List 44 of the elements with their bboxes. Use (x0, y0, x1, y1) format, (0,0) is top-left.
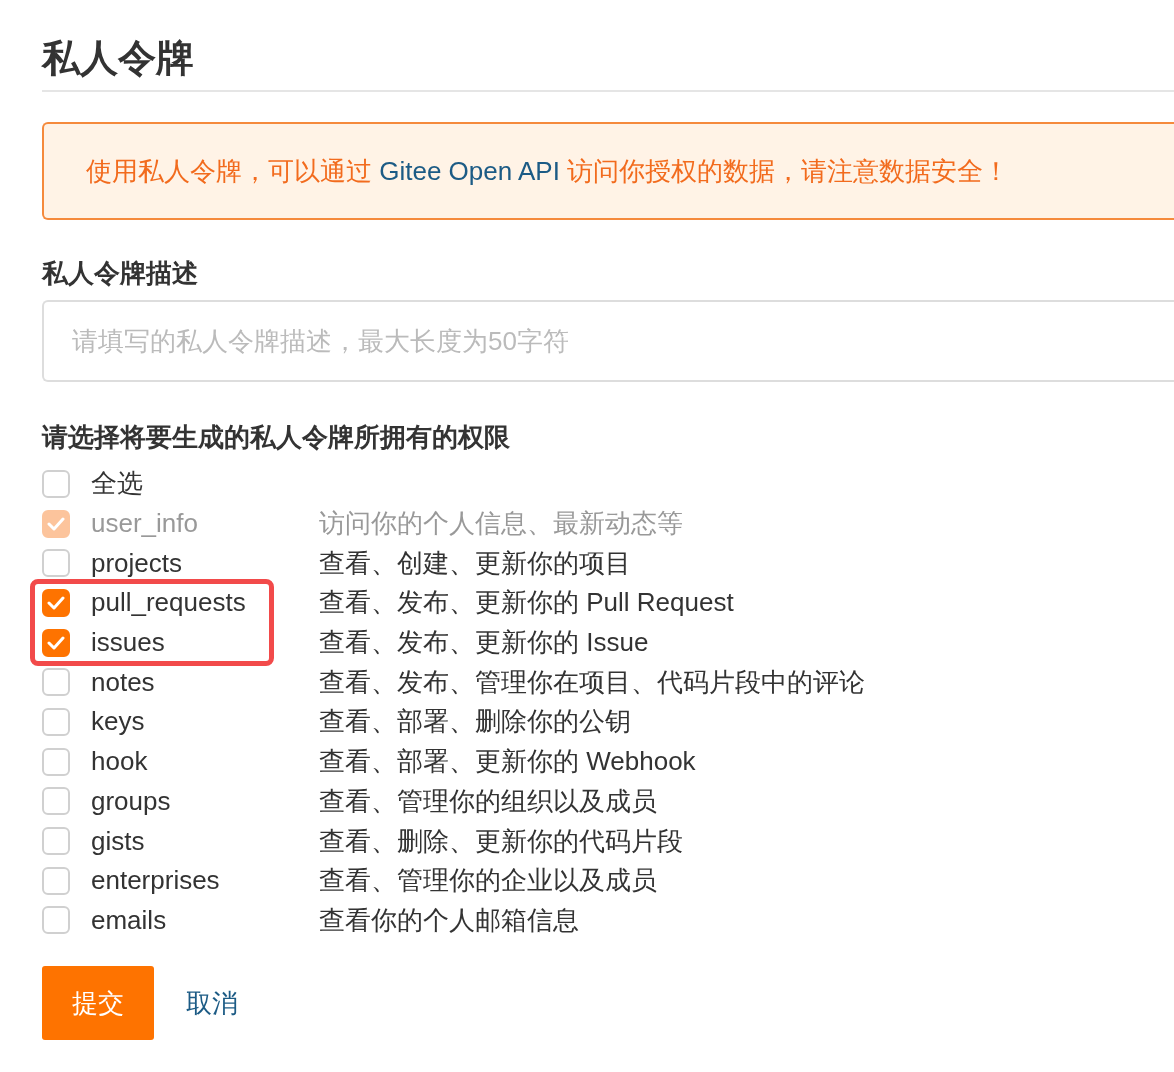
permission-name: gists (90, 825, 146, 857)
permission-name: groups (90, 785, 172, 817)
check-icon (47, 635, 65, 650)
checkbox[interactable] (42, 588, 70, 617)
permission-name: keys (90, 706, 146, 738)
description-input-field[interactable]: 请填写的私人令牌描述，最大长度为50字符 (42, 300, 1174, 382)
permission-description: 查看、创建、更新你的项目 (319, 546, 631, 580)
checkbox[interactable] (42, 747, 70, 776)
permission-name: 全选 (90, 467, 144, 501)
permission-description: 查看、删除、更新你的代码片段 (319, 824, 683, 858)
permission-name: notes (90, 666, 156, 698)
permission-name: hook (90, 746, 149, 778)
check-icon (47, 516, 65, 531)
permission-description: 查看、发布、更新你的 Issue (319, 626, 649, 660)
checkbox[interactable] (42, 469, 70, 498)
field-label: 私人令牌描述 (42, 258, 198, 288)
api-link[interactable]: Gitee Open API (379, 156, 560, 186)
permission-name: projects (90, 547, 184, 579)
permission-name: enterprises (90, 865, 221, 897)
permission-description: 查看、发布、管理你在项目、代码片段中的评论 (319, 665, 865, 699)
notice-banner: 使用私人令牌，可以通过 Gitee Open API 访问你授权的数据，请注意数据安全！ (42, 122, 1174, 220)
checkbox[interactable] (42, 549, 70, 578)
checkbox[interactable] (42, 827, 70, 856)
check-icon (47, 595, 65, 610)
permission-name: issues (90, 627, 166, 659)
permission-description: 查看、部署、删除你的公钥 (319, 705, 631, 739)
permission-description: 查看、管理你的组织以及成员 (319, 784, 657, 818)
permission-name: emails (90, 904, 168, 936)
permission-name: user_info (90, 508, 199, 540)
permission-description: 查看、发布、更新你的 Pull Request (319, 586, 734, 620)
checkbox[interactable] (42, 628, 70, 657)
cancel-link[interactable]: 取消 (186, 985, 238, 1021)
permission-description: 查看、管理你的企业以及成员 (319, 864, 657, 898)
permission-name: pull_requests (90, 587, 247, 619)
checkbox[interactable] (42, 668, 70, 697)
checkbox[interactable] (42, 707, 70, 736)
checkbox[interactable] (42, 866, 70, 895)
page-title: 私人令牌 (42, 36, 194, 81)
checkbox[interactable] (42, 906, 70, 935)
checkbox[interactable] (42, 787, 70, 816)
field-label: 请选择将要生成的私人令牌所拥有的权限 (42, 422, 510, 452)
permission-description: 查看你的个人邮箱信息 (319, 903, 579, 937)
permission-description: 查看、部署、更新你的 Webhook (319, 745, 696, 779)
permission-description: 访问你的个人信息、最新动态等 (319, 507, 683, 541)
